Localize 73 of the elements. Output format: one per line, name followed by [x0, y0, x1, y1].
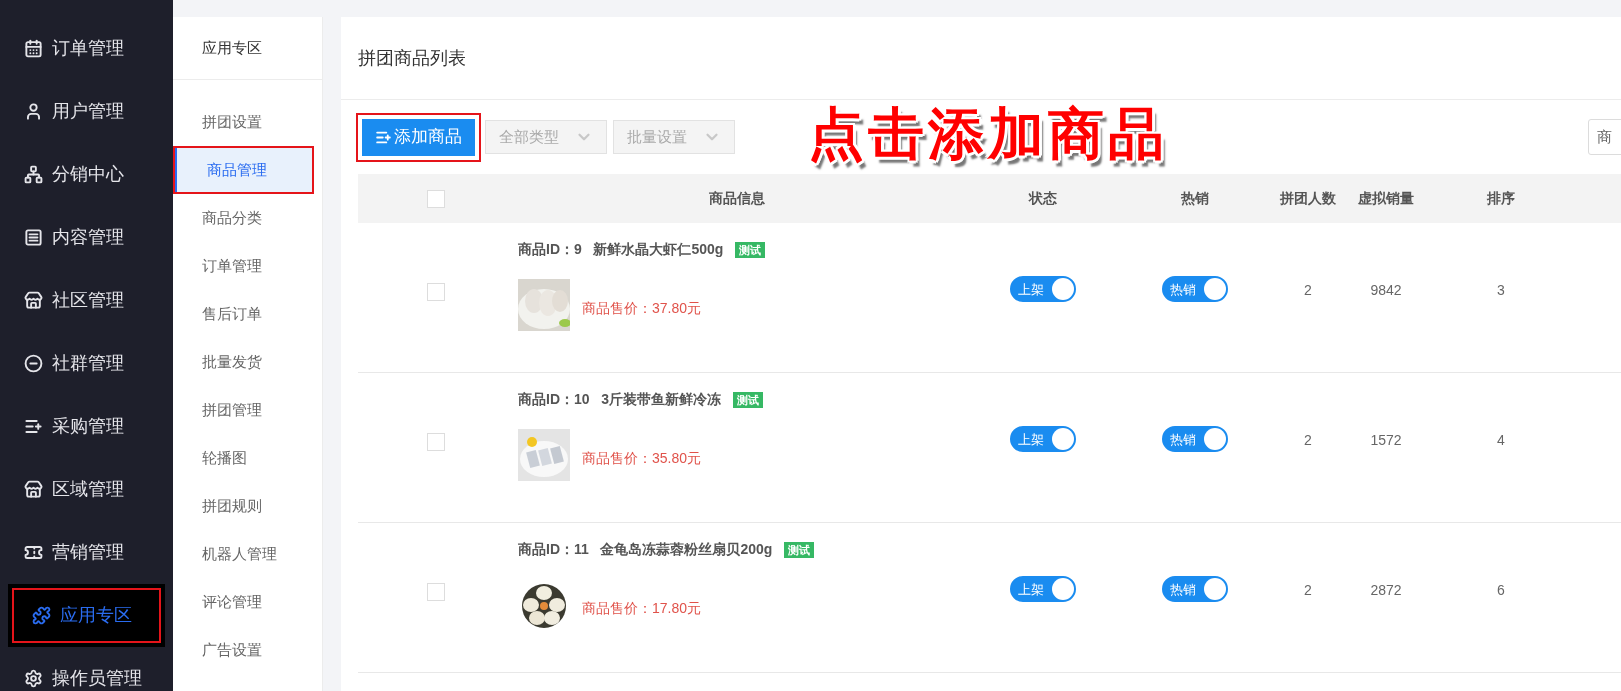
column-header: 虚拟销量: [1358, 189, 1414, 208]
add-product-button[interactable]: 添加商品: [362, 118, 475, 156]
column-header: 排序: [1487, 189, 1515, 208]
checkbox[interactable]: [427, 583, 445, 601]
toggle-switch[interactable]: 上架: [1009, 276, 1076, 302]
toggle-switch[interactable]: 热销: [1162, 276, 1228, 302]
column-header: 热销: [1181, 189, 1209, 208]
submenu-item[interactable]: 售后订单: [173, 290, 322, 338]
table-cell-text: 1572: [1370, 431, 1402, 450]
submenu-item[interactable]: 拼团管理: [173, 386, 322, 434]
nav-item[interactable]: 内容管理: [0, 206, 173, 269]
submenu-item[interactable]: 评论管理: [173, 578, 322, 626]
nav-item[interactable]: 采购管理: [0, 395, 173, 458]
table-cell-text: 2: [1304, 281, 1312, 300]
toggle-switch[interactable]: 热销: [1162, 576, 1228, 602]
product-price: 商品售价：17.80元: [582, 598, 702, 618]
puzzle-icon: [32, 606, 51, 625]
table-cell-text: 2: [1304, 581, 1312, 600]
column-header: 商品信息: [709, 189, 765, 208]
table-cell-text: 9842: [1370, 281, 1402, 300]
submenu-title: 应用专区: [173, 17, 322, 80]
nav-item[interactable]: 区域管理: [0, 458, 173, 521]
list-plus-icon: [24, 417, 43, 436]
store-icon: [24, 480, 43, 499]
nav-item[interactable]: 社区管理: [0, 269, 173, 332]
hierarchy-icon: [24, 165, 43, 184]
tag: 测试: [733, 391, 764, 408]
table-cell-text: 2: [1304, 431, 1312, 450]
calendar-icon: [24, 39, 43, 58]
checkbox[interactable]: [427, 433, 445, 451]
product-title: 商品ID：9 新鲜水晶大虾仁500g: [518, 240, 724, 259]
checkbox[interactable]: [427, 283, 445, 301]
ticket-icon: [24, 543, 43, 562]
submenu-item[interactable]: 广告设置: [173, 626, 322, 674]
column-header: 状态: [1028, 189, 1057, 208]
product-price: 商品售价：35.80元: [582, 448, 702, 468]
product-title: 商品ID：10 3斤装带鱼新鲜冷冻: [518, 390, 722, 409]
minus-circle-icon: [24, 354, 43, 373]
toggle-switch[interactable]: 上架: [1009, 576, 1076, 602]
submenu-item[interactable]: 拼团设置: [173, 98, 322, 146]
column-header: 拼团人数: [1280, 189, 1336, 208]
submenu-item[interactable]: 轮播图: [173, 434, 322, 482]
product-title: 商品ID：11 金龟岛冻蒜蓉粉丝扇贝200g: [518, 540, 773, 559]
tag: 测试: [735, 241, 766, 258]
checkbox[interactable]: [427, 189, 445, 208]
table-cell-text: 2872: [1370, 581, 1402, 600]
nav-item[interactable]: 订单管理: [0, 17, 173, 80]
nav-item[interactable]: 营销管理: [0, 521, 173, 584]
annotation-text: 点击添加商品: [808, 106, 1168, 162]
nav-item[interactable]: 操作员管理: [0, 647, 173, 691]
submenu-item[interactable]: 机器人管理: [173, 530, 322, 578]
product-price: 商品售价：37.80元: [582, 298, 702, 318]
submenu-item[interactable]: 商品管理: [173, 146, 314, 194]
document-icon: [24, 228, 43, 247]
nav-item[interactable]: 社群管理: [0, 332, 173, 395]
toggle-switch[interactable]: 热销: [1162, 426, 1228, 452]
nav-item[interactable]: 用户管理: [0, 80, 173, 143]
user-icon: [24, 102, 43, 121]
submenu-item[interactable]: 商品分类: [173, 194, 322, 242]
settings-icon: [24, 669, 43, 688]
nav-item[interactable]: 应用专区: [8, 584, 165, 647]
table-cell-text: 6: [1497, 581, 1505, 600]
submenu-item[interactable]: 拼团规则: [173, 482, 322, 530]
page-title: 拼团商品列表: [341, 17, 1621, 100]
nav-item[interactable]: 分销中心: [0, 143, 173, 206]
search-field[interactable]: 商: [1588, 119, 1621, 155]
submenu-item[interactable]: 批量发货: [173, 338, 322, 386]
store-icon: [24, 291, 43, 310]
tag: 测试: [784, 541, 815, 558]
submenu-item[interactable]: 订单管理: [173, 242, 322, 290]
toggle-switch[interactable]: 上架: [1009, 426, 1076, 452]
table-cell-text: 4: [1497, 431, 1505, 450]
table-cell-text: 3: [1497, 281, 1505, 300]
